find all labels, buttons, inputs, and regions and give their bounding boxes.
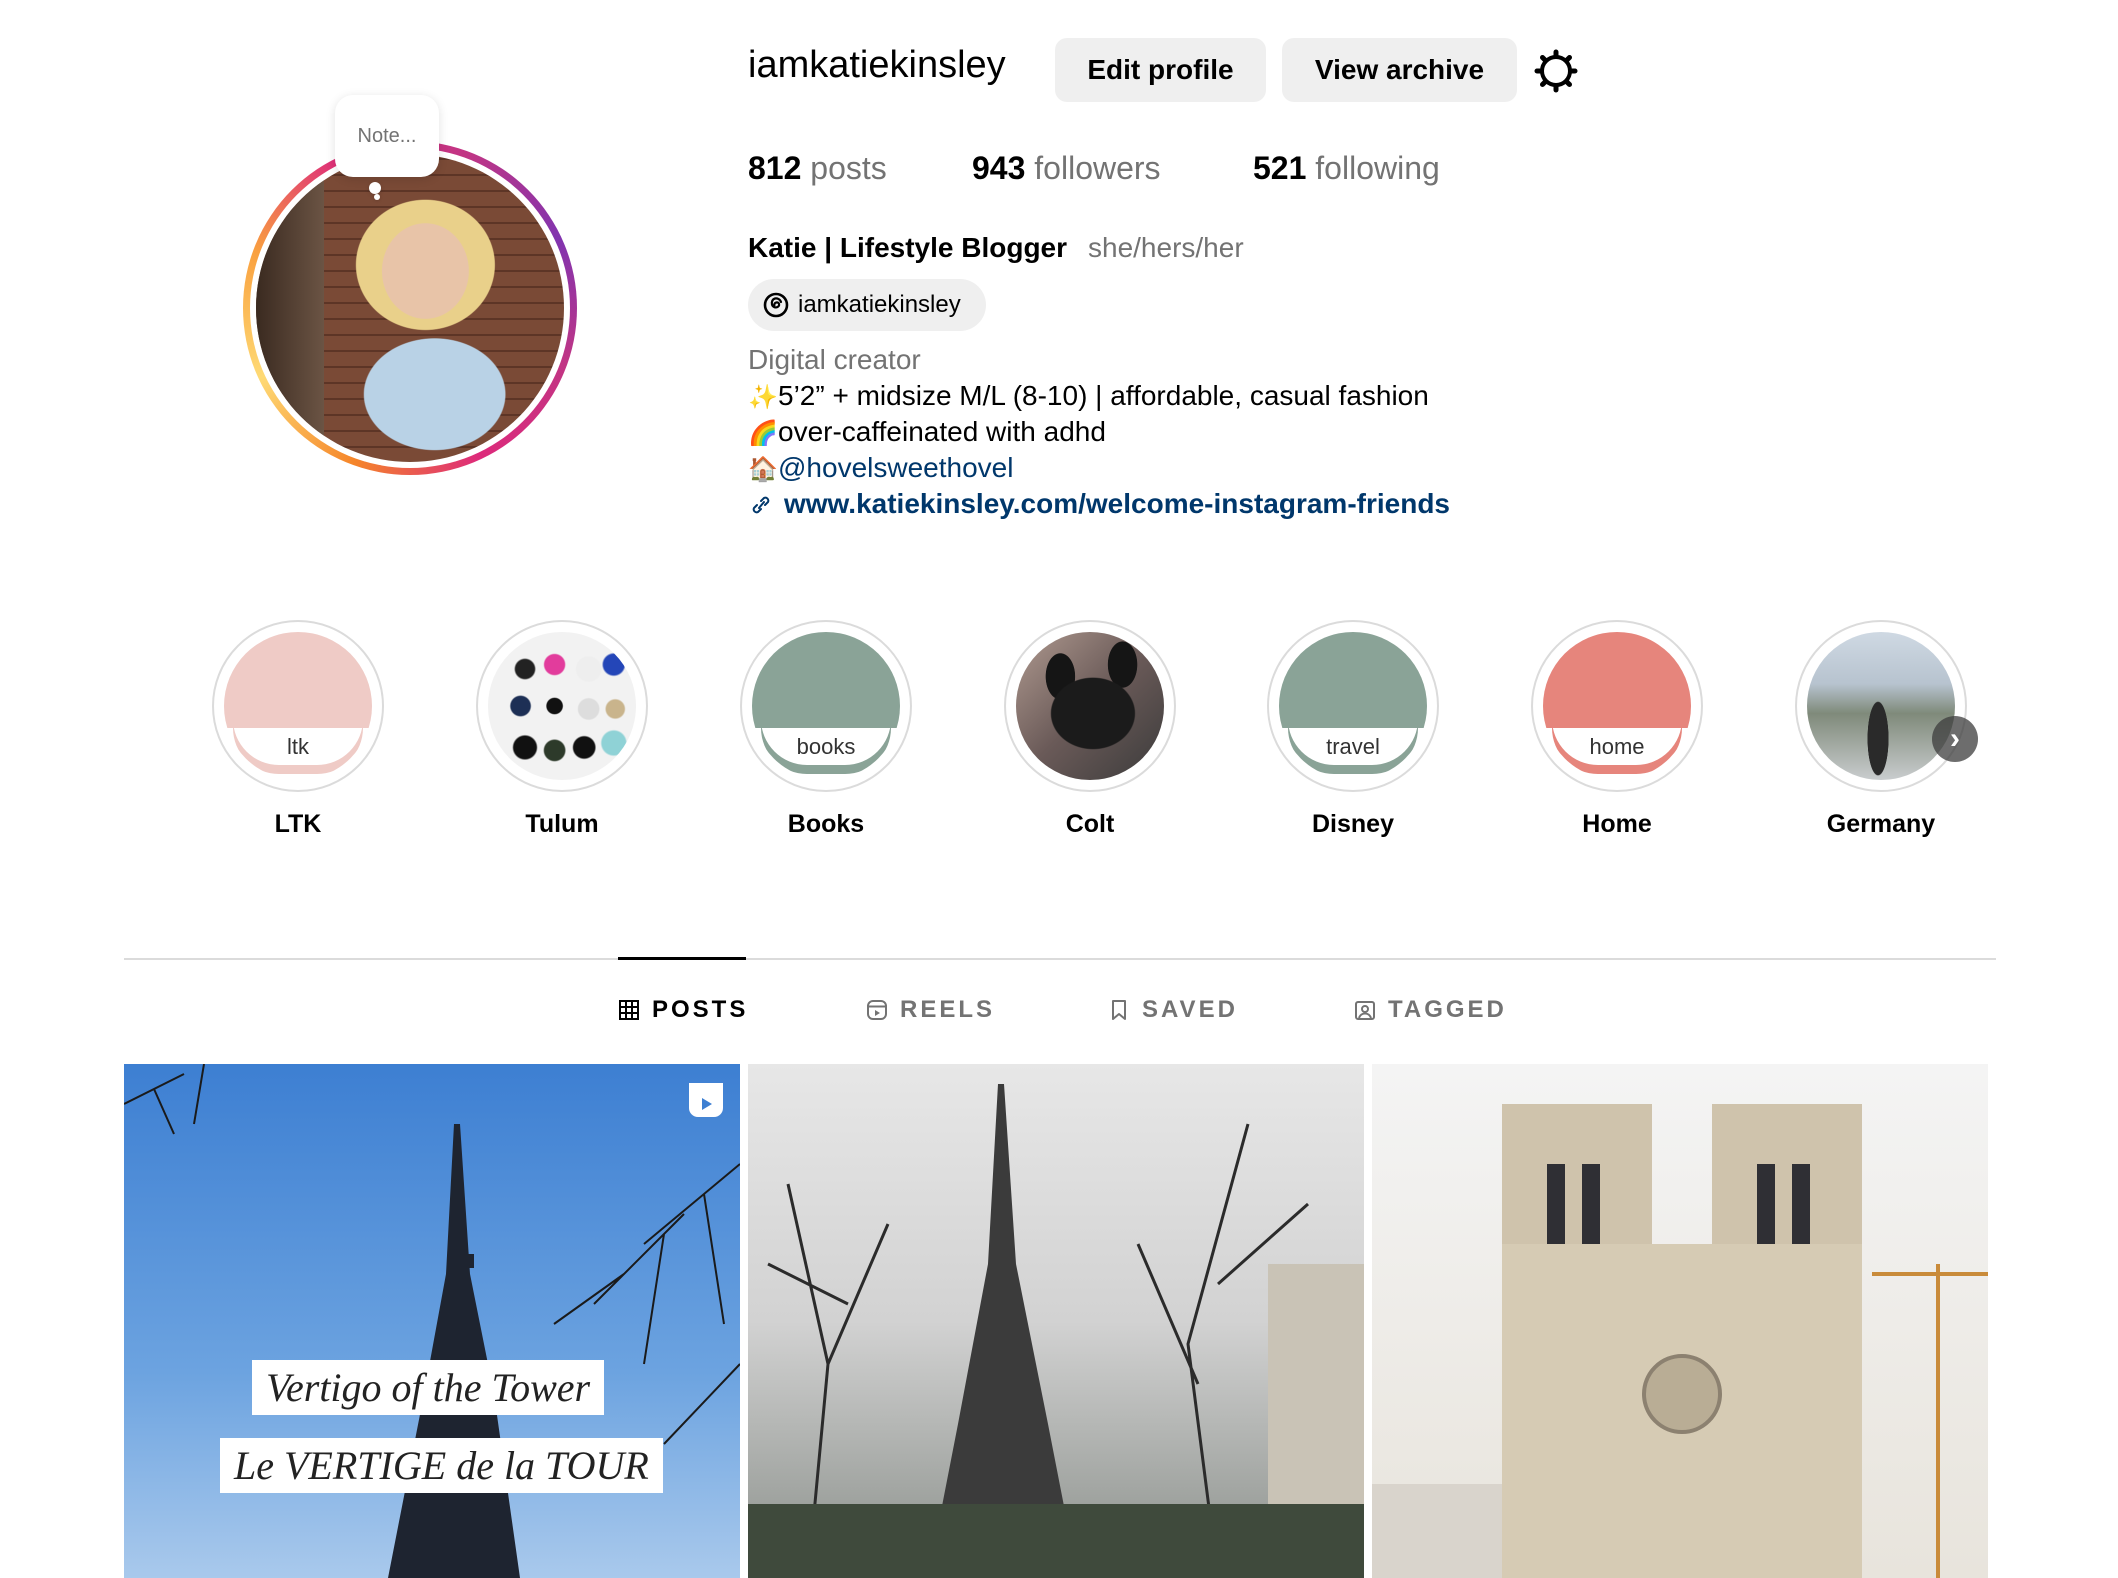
highlight-ltk[interactable]: ltk LTK	[211, 620, 385, 839]
posts-count: 812 posts	[748, 150, 887, 186]
link-icon	[752, 496, 770, 514]
highlight-books[interactable]: books Books	[739, 620, 913, 839]
threads-badge[interactable]: iamkatiekinsley	[748, 279, 986, 331]
highlight-label: Home	[1582, 810, 1652, 838]
highlight-label: Colt	[1065, 810, 1115, 838]
tab-saved[interactable]: SAVED	[1108, 996, 1238, 1024]
house-icon: 🏠	[748, 456, 778, 483]
active-tab-indicator	[618, 957, 746, 960]
highlight-tulum[interactable]: Tulum	[475, 620, 649, 839]
bio-line: ✨5’2” + midsize M/L (8-10) | affordable,…	[748, 380, 1429, 411]
profile-pronouns: she/hers/her	[1088, 232, 1244, 263]
threads-handle: iamkatiekinsley	[798, 291, 961, 318]
note-tail	[369, 182, 381, 194]
post-caption-overlay: Vertigo of the Tower	[252, 1360, 605, 1415]
tab-posts[interactable]: POSTS	[618, 996, 748, 1024]
highlight-label: LTK	[274, 810, 322, 838]
bio-website: www.katiekinsley.com/welcome-instagram-f…	[748, 488, 1450, 520]
avatar-photo	[256, 154, 564, 462]
post-caption-overlay: Le VERTIGE de la TOUR	[220, 1438, 663, 1493]
highlight-cover-image	[1016, 632, 1164, 780]
bookmark-icon	[1112, 1000, 1126, 1020]
reels-icon	[867, 1000, 887, 1020]
grid-icon	[619, 1000, 639, 1020]
note-bubble[interactable]: Note...	[335, 95, 439, 177]
highlight-label: Disney	[1312, 810, 1394, 838]
profile-username: iamkatiekinsley	[748, 44, 1006, 86]
highlights-next-button[interactable]: ›	[1932, 716, 1978, 762]
tree-branches-image	[124, 1064, 740, 1578]
tagged-icon	[1355, 1001, 1375, 1020]
highlight-cover-image	[488, 632, 636, 780]
following-count[interactable]: 521 following	[1253, 150, 1440, 187]
profile-category: Digital creator	[748, 344, 921, 375]
bio-line: 🏠@hovelsweethovel	[748, 452, 1013, 484]
eiffel-tower-image	[748, 1084, 1364, 1578]
sparkles-icon: ✨	[748, 384, 778, 411]
tab-reels[interactable]: REELS	[866, 996, 995, 1024]
website-link[interactable]: www.katiekinsley.com/welcome-instagram-f…	[784, 488, 1450, 519]
post-tile[interactable]: Vertigo of the Tower Le VERTIGE de la TO…	[124, 1064, 740, 1578]
post-tile[interactable]	[1372, 1064, 1988, 1578]
reel-indicator-icon	[689, 1083, 723, 1117]
post-tile[interactable]	[748, 1064, 1364, 1578]
notre-dame-image	[1372, 1104, 1988, 1578]
tab-tagged[interactable]: TAGGED	[1354, 996, 1507, 1024]
profile-avatar[interactable]	[243, 141, 577, 475]
settings-gear-icon[interactable]	[1532, 47, 1580, 95]
highlight-label: Books	[787, 810, 865, 838]
profile-full-name: Katie | Lifestyle Blogger	[748, 232, 1068, 263]
highlight-disney[interactable]: travel Disney	[1266, 620, 1440, 839]
tabs-divider	[124, 958, 1996, 960]
bio-line: 🌈over-caffeinated with adhd	[748, 416, 1106, 447]
highlight-cover-image	[1807, 632, 1955, 780]
highlight-label: Tulum	[525, 810, 599, 838]
edit-profile-button[interactable]: Edit profile	[1055, 38, 1266, 102]
note-tail-small	[374, 194, 380, 200]
bio-mention-link[interactable]: @hovelsweethovel	[778, 452, 1013, 483]
view-archive-button[interactable]: View archive	[1282, 38, 1517, 102]
rainbow-icon: 🌈	[748, 420, 778, 447]
followers-count[interactable]: 943 followers	[972, 150, 1161, 187]
highlight-colt[interactable]: Colt	[1003, 620, 1177, 839]
highlight-label: Germany	[1826, 810, 1936, 838]
highlight-home[interactable]: home Home	[1530, 620, 1704, 839]
threads-icon	[763, 292, 789, 318]
